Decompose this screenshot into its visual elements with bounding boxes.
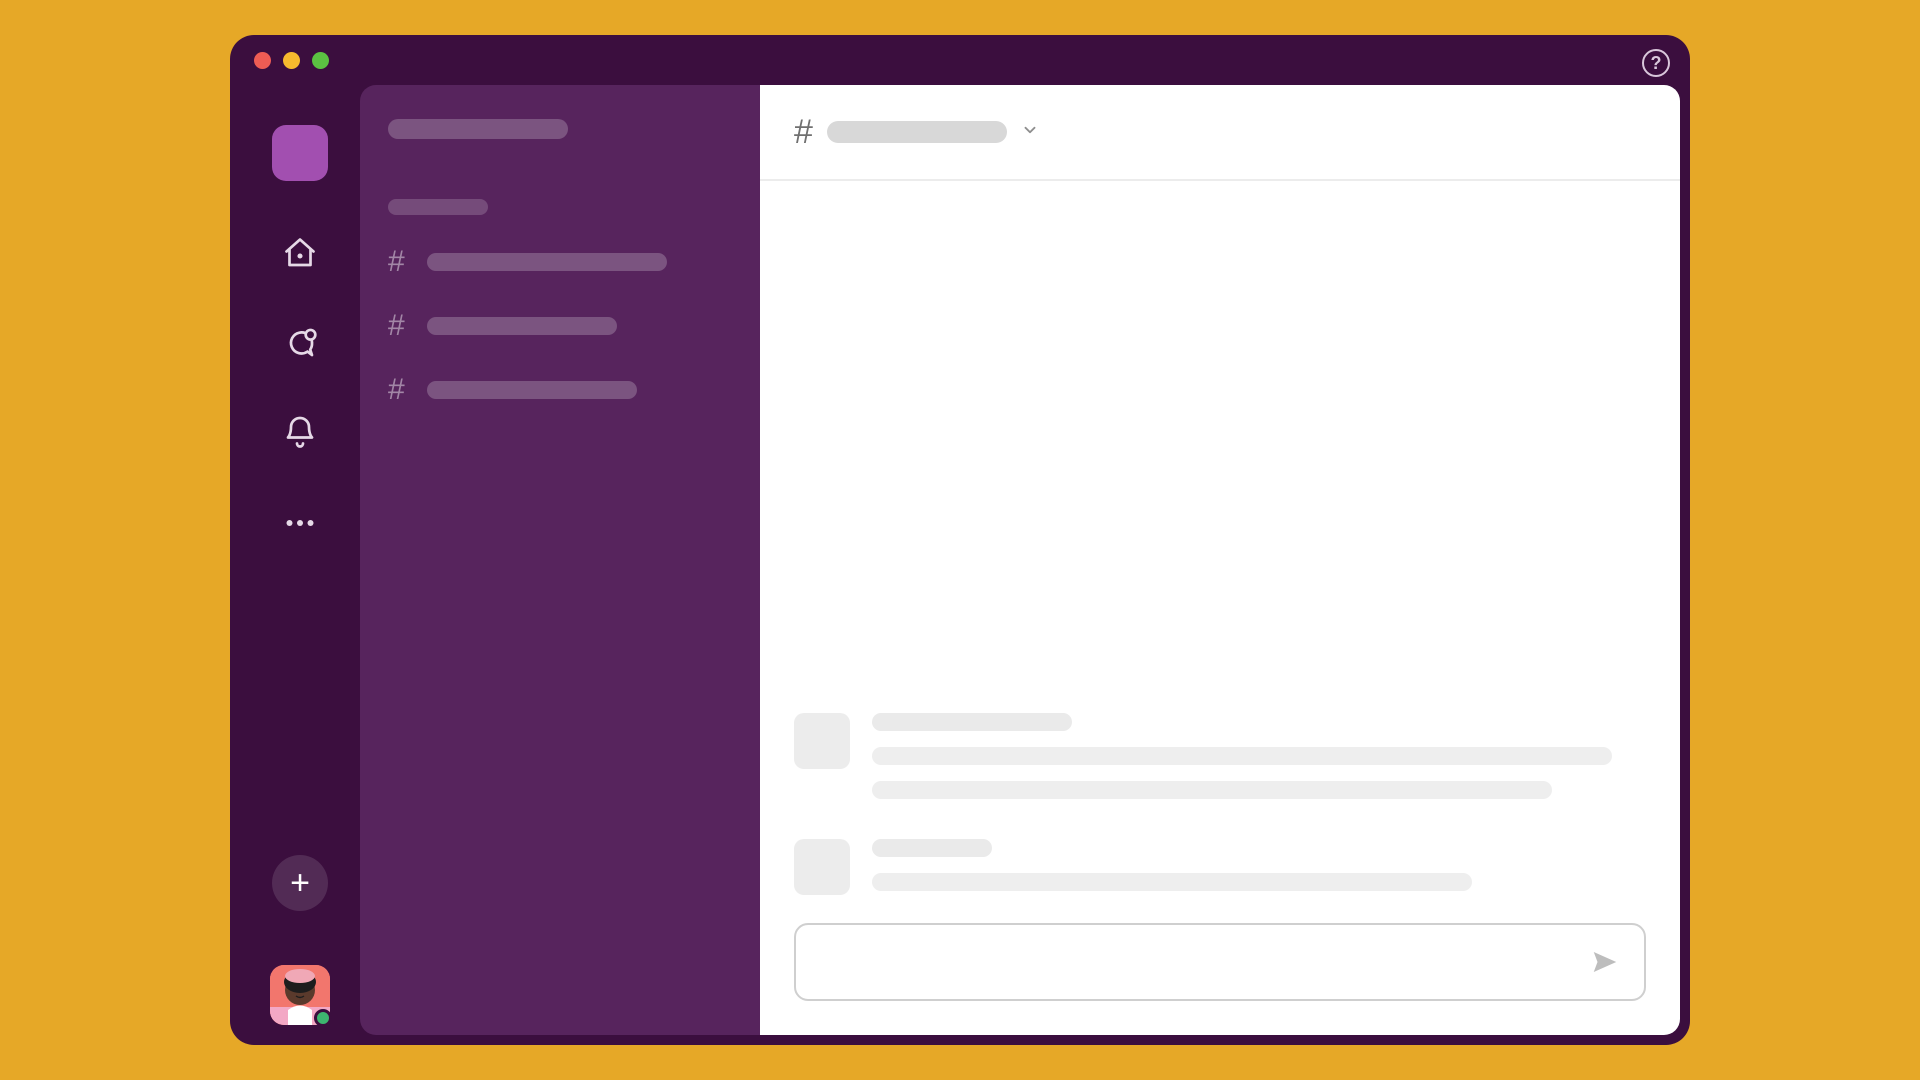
hash-icon: # xyxy=(794,113,813,152)
presence-indicator-online xyxy=(314,1009,332,1027)
sidebar-channel-item[interactable]: # xyxy=(388,373,732,407)
workspace-name[interactable] xyxy=(388,119,568,139)
window-minimize-button[interactable] xyxy=(283,52,300,69)
message-avatar xyxy=(794,713,850,769)
chevron-down-icon xyxy=(1021,121,1039,144)
hash-icon: # xyxy=(388,309,405,343)
channel-header[interactable]: # xyxy=(760,85,1680,181)
message-text-line xyxy=(872,747,1612,765)
activity-icon[interactable] xyxy=(282,415,318,451)
message xyxy=(794,713,1646,799)
user-avatar[interactable] xyxy=(270,965,330,1025)
main-panel: # xyxy=(760,85,1680,1035)
message-author xyxy=(872,839,992,857)
hash-icon: # xyxy=(388,373,405,407)
dms-icon[interactable] xyxy=(282,325,318,361)
message-list xyxy=(760,181,1680,895)
composer-area xyxy=(760,895,1680,1035)
channel-sidebar: # # # xyxy=(360,85,760,1035)
message xyxy=(794,839,1646,895)
channel-name xyxy=(827,121,1007,143)
channel-label xyxy=(427,381,637,399)
help-icon: ? xyxy=(1651,53,1662,74)
message-avatar xyxy=(794,839,850,895)
hash-icon: # xyxy=(388,245,405,279)
message-author xyxy=(872,713,1072,731)
nav-rail: + xyxy=(240,85,360,1035)
send-icon xyxy=(1590,947,1620,977)
channel-label xyxy=(427,253,667,271)
window-close-button[interactable] xyxy=(254,52,271,69)
channel-label xyxy=(427,317,617,335)
message-composer[interactable] xyxy=(794,923,1646,1001)
message-text-line xyxy=(872,873,1472,891)
window-maximize-button[interactable] xyxy=(312,52,329,69)
help-button[interactable]: ? xyxy=(1642,49,1670,77)
create-new-button[interactable]: + xyxy=(272,855,328,911)
plus-icon: + xyxy=(290,864,310,903)
message-input[interactable] xyxy=(820,952,1578,973)
sidebar-channel-item[interactable]: # xyxy=(388,309,732,343)
home-icon[interactable] xyxy=(282,235,318,271)
app-window: ? xyxy=(230,35,1690,1045)
window-controls xyxy=(254,52,329,69)
titlebar: ? xyxy=(230,35,1690,85)
send-button[interactable] xyxy=(1590,947,1620,977)
workspace-tile[interactable] xyxy=(272,125,328,181)
message-text-line xyxy=(872,781,1552,799)
more-icon[interactable] xyxy=(282,505,318,541)
sidebar-section-label[interactable] xyxy=(388,199,488,215)
app-body: + xyxy=(230,85,1690,1045)
sidebar-channel-item[interactable]: # xyxy=(388,245,732,279)
